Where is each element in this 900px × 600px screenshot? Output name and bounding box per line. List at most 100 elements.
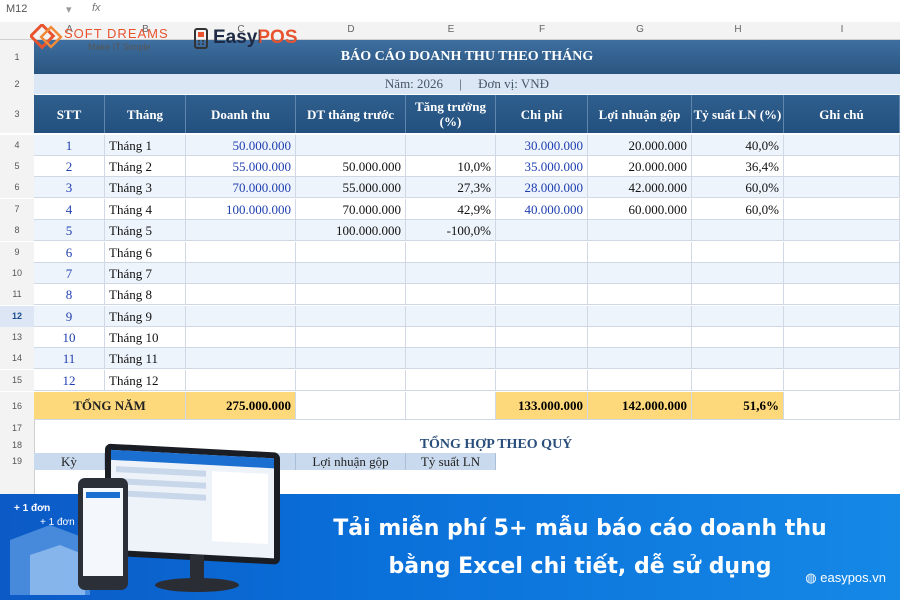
cell-margin[interactable] — [692, 370, 784, 391]
cell-revenue[interactable]: 100.000.000 — [186, 199, 296, 220]
cell-stt[interactable]: 10 — [34, 327, 105, 348]
cell-stt[interactable]: 5 — [34, 220, 105, 241]
function-icon[interactable]: fx — [92, 2, 101, 14]
cell-revenue[interactable] — [186, 220, 296, 241]
cell-margin[interactable] — [692, 284, 784, 305]
cell-growth[interactable] — [406, 242, 496, 263]
total-label[interactable]: TỔNG NĂM — [34, 392, 186, 420]
cell-margin[interactable]: 60,0% — [692, 199, 784, 220]
cell-month[interactable]: Tháng 2 — [105, 156, 186, 177]
cell-margin[interactable] — [692, 348, 784, 369]
cell-prev[interactable] — [296, 348, 406, 369]
cell-margin[interactable] — [692, 263, 784, 284]
cell-prev[interactable] — [296, 242, 406, 263]
row-header-4[interactable]: 4 — [0, 135, 35, 156]
col-header-e[interactable]: E — [406, 24, 496, 35]
cell-prev[interactable] — [296, 370, 406, 391]
cell-month[interactable]: Tháng 7 — [105, 263, 186, 284]
cell-note[interactable] — [784, 156, 900, 177]
cell-stt[interactable]: 3 — [34, 177, 105, 198]
cell-cost[interactable] — [496, 306, 588, 327]
cell-stt[interactable]: 1 — [34, 135, 105, 156]
cell-cost[interactable] — [496, 348, 588, 369]
cell-prev[interactable]: 50.000.000 — [296, 156, 406, 177]
cell-note[interactable] — [784, 199, 900, 220]
row-header-2[interactable]: 2 — [0, 74, 35, 95]
cell-margin[interactable]: 60,0% — [692, 177, 784, 198]
cell-month[interactable]: Tháng 9 — [105, 306, 186, 327]
cell-note[interactable] — [784, 306, 900, 327]
row-header-14[interactable]: 14 — [0, 348, 35, 369]
row-header-16[interactable]: 16 — [0, 392, 35, 420]
cell-profit[interactable] — [588, 220, 692, 241]
row-header-6[interactable]: 6 — [0, 177, 35, 198]
cell-note[interactable] — [784, 220, 900, 241]
cell-margin[interactable] — [692, 306, 784, 327]
cell-profit[interactable] — [588, 263, 692, 284]
cell-revenue[interactable] — [186, 242, 296, 263]
cell-growth[interactable]: 42,9% — [406, 199, 496, 220]
cell-cost[interactable] — [496, 242, 588, 263]
row-header-10[interactable]: 10 — [0, 263, 35, 284]
total-growth-empty[interactable] — [406, 392, 496, 420]
cell-revenue[interactable] — [186, 348, 296, 369]
cell-note[interactable] — [784, 263, 900, 284]
cell-prev[interactable] — [296, 135, 406, 156]
header-ghi-chu[interactable]: Ghi chú — [784, 95, 900, 133]
cell-prev[interactable]: 70.000.000 — [296, 199, 406, 220]
cell-cost[interactable]: 35.000.000 — [496, 156, 588, 177]
cell-month[interactable]: Tháng 10 — [105, 327, 186, 348]
cell-cost[interactable] — [496, 327, 588, 348]
cell-profit[interactable]: 42.000.000 — [588, 177, 692, 198]
cell-note[interactable] — [784, 177, 900, 198]
cell-note[interactable] — [784, 370, 900, 391]
quarter-header-loi-nhuan[interactable]: Lợi nhuận gộp — [296, 453, 406, 470]
cell-prev[interactable] — [296, 284, 406, 305]
cell-month[interactable]: Tháng 3 — [105, 177, 186, 198]
total-margin[interactable]: 51,6% — [692, 392, 784, 420]
cell-stt[interactable]: 8 — [34, 284, 105, 305]
cell-profit[interactable] — [588, 327, 692, 348]
row-header-15[interactable]: 15 — [0, 370, 35, 391]
cell-margin[interactable] — [692, 220, 784, 241]
cell-month[interactable]: Tháng 1 — [105, 135, 186, 156]
cell-month[interactable]: Tháng 5 — [105, 220, 186, 241]
cell-revenue[interactable]: 70.000.000 — [186, 177, 296, 198]
cell-note[interactable] — [784, 284, 900, 305]
cell-growth[interactable] — [406, 135, 496, 156]
row-header-5[interactable]: 5 — [0, 156, 35, 177]
header-thang[interactable]: Tháng — [105, 95, 186, 133]
cell-profit[interactable] — [588, 242, 692, 263]
cell-note[interactable] — [784, 327, 900, 348]
header-tang-truong[interactable]: Tăng trưởng (%) — [406, 95, 496, 133]
cell-month[interactable]: Tháng 12 — [105, 370, 186, 391]
quarter-summary-title[interactable]: TỔNG HỢP THEO QUÝ — [296, 437, 696, 453]
cell-prev[interactable] — [296, 263, 406, 284]
cell-profit[interactable]: 60.000.000 — [588, 199, 692, 220]
header-doanh-thu[interactable]: Doanh thu — [186, 95, 296, 133]
cell-note[interactable] — [784, 135, 900, 156]
report-title[interactable]: BÁO CÁO DOANH THU THEO THÁNG — [34, 40, 900, 74]
cell-month[interactable]: Tháng 11 — [105, 348, 186, 369]
cell-stt[interactable]: 6 — [34, 242, 105, 263]
cell-cost[interactable] — [496, 370, 588, 391]
cell-stt[interactable]: 12 — [34, 370, 105, 391]
quarter-header-ty-suat[interactable]: Tỷ suất LN — [406, 453, 496, 470]
col-header-d[interactable]: D — [296, 24, 406, 35]
col-header-h[interactable]: H — [692, 24, 784, 35]
cell-profit[interactable]: 20.000.000 — [588, 135, 692, 156]
cell-prev[interactable]: 55.000.000 — [296, 177, 406, 198]
cell-margin[interactable]: 36,4% — [692, 156, 784, 177]
cell-stt[interactable]: 11 — [34, 348, 105, 369]
cell-margin[interactable] — [692, 327, 784, 348]
total-cost[interactable]: 133.000.000 — [496, 392, 588, 420]
cell-stt[interactable]: 2 — [34, 156, 105, 177]
cell-revenue[interactable] — [186, 370, 296, 391]
row-header-3[interactable]: 3 — [0, 95, 35, 133]
cell-margin[interactable]: 40,0% — [692, 135, 784, 156]
cell-prev[interactable] — [296, 306, 406, 327]
row-header-11[interactable]: 11 — [0, 284, 35, 305]
cell-revenue[interactable]: 55.000.000 — [186, 156, 296, 177]
name-box[interactable]: M12 — [6, 3, 66, 15]
cell-growth[interactable] — [406, 306, 496, 327]
